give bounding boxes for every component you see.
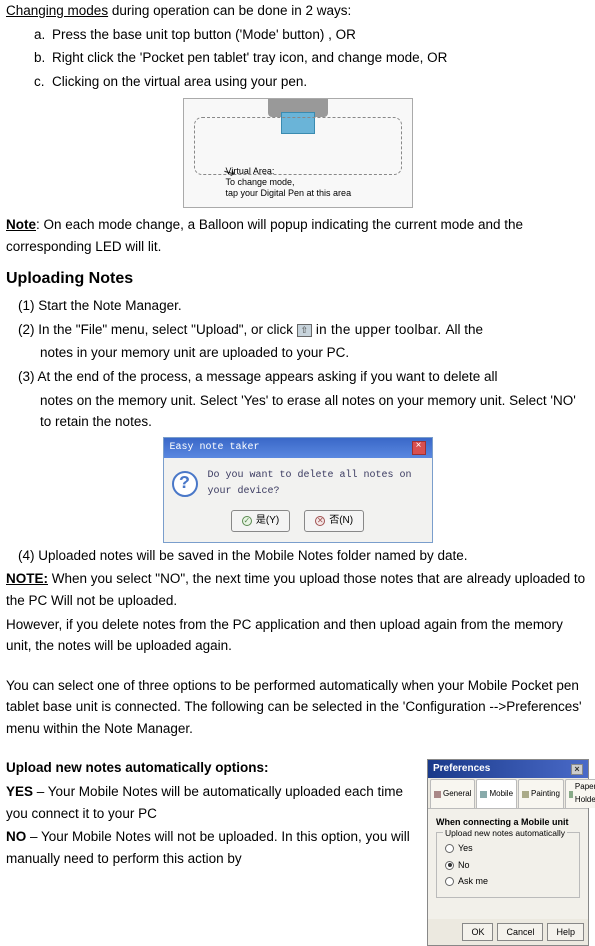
prefs-group-title: Upload new notes automatically — [443, 827, 567, 841]
radio-yes[interactable]: Yes — [445, 841, 571, 855]
changing-modes-label: Changing modes — [6, 3, 108, 18]
preferences-tabs: General Mobile Painting Paper Holder — [428, 778, 588, 809]
uploading-notes-heading: Uploading Notes — [6, 266, 589, 292]
intro-text: Changing modes during operation can be d… — [6, 0, 589, 22]
cancel-button[interactable]: Cancel — [497, 923, 543, 941]
close-icon[interactable]: × — [412, 441, 426, 455]
dialog-titlebar: Easy note taker × — [164, 438, 432, 458]
tab-mobile[interactable]: Mobile — [476, 779, 517, 808]
however-text: However, if you delete notes from the PC… — [6, 614, 589, 657]
step-3: (3) At the end of the process, a message… — [6, 366, 589, 388]
tab-general[interactable]: General — [430, 779, 475, 808]
no-button[interactable]: ✕否(N) — [304, 510, 364, 532]
note-2: NOTE: When you select "NO", the next tim… — [6, 568, 589, 611]
dialog-message: Do you want to delete all notes on your … — [208, 468, 424, 500]
help-button[interactable]: Help — [547, 923, 584, 941]
yes-option: YES – Your Mobile Notes will be automati… — [6, 781, 419, 824]
preferences-titlebar: Preferences × — [428, 760, 588, 778]
virtual-area-figure: ↘ Virtual Area: To change mode, tap your… — [6, 98, 589, 208]
upload-toolbar-icon: ⇧ — [297, 324, 312, 337]
options-heading: Upload new notes automatically options: — [6, 757, 419, 779]
yes-button[interactable]: ✓是(Y) — [231, 510, 290, 532]
preferences-dialog: Preferences × General Mobile Painting Pa… — [427, 759, 589, 946]
list-item-a: a.Press the base unit top button ('Mode'… — [6, 24, 589, 46]
step-4: (4) Uploaded notes will be saved in the … — [6, 545, 589, 567]
step-1: (1) Start the Note Manager. — [6, 295, 589, 317]
close-icon[interactable]: × — [571, 764, 583, 775]
list-item-b: b.Right click the 'Pocket pen tablet' tr… — [6, 47, 589, 69]
no-option: NO – Your Mobile Notes will not be uploa… — [6, 826, 419, 869]
ok-button[interactable]: OK — [462, 923, 493, 941]
question-icon: ? — [172, 471, 198, 497]
delete-notes-dialog: Easy note taker × ? Do you want to delet… — [6, 437, 589, 543]
note-1: Note: On each mode change, a Balloon wil… — [6, 214, 589, 257]
options-intro: You can select one of three options to b… — [6, 675, 589, 740]
tab-paper-holder[interactable]: Paper Holder — [565, 779, 595, 808]
radio-ask-me[interactable]: Ask me — [445, 874, 571, 888]
list-item-c: c.Clicking on the virtual area using you… — [6, 71, 589, 93]
radio-no[interactable]: No — [445, 858, 571, 872]
step-2: (2) In the "File" menu, select "Upload",… — [6, 319, 589, 341]
tab-painting[interactable]: Painting — [518, 779, 564, 808]
